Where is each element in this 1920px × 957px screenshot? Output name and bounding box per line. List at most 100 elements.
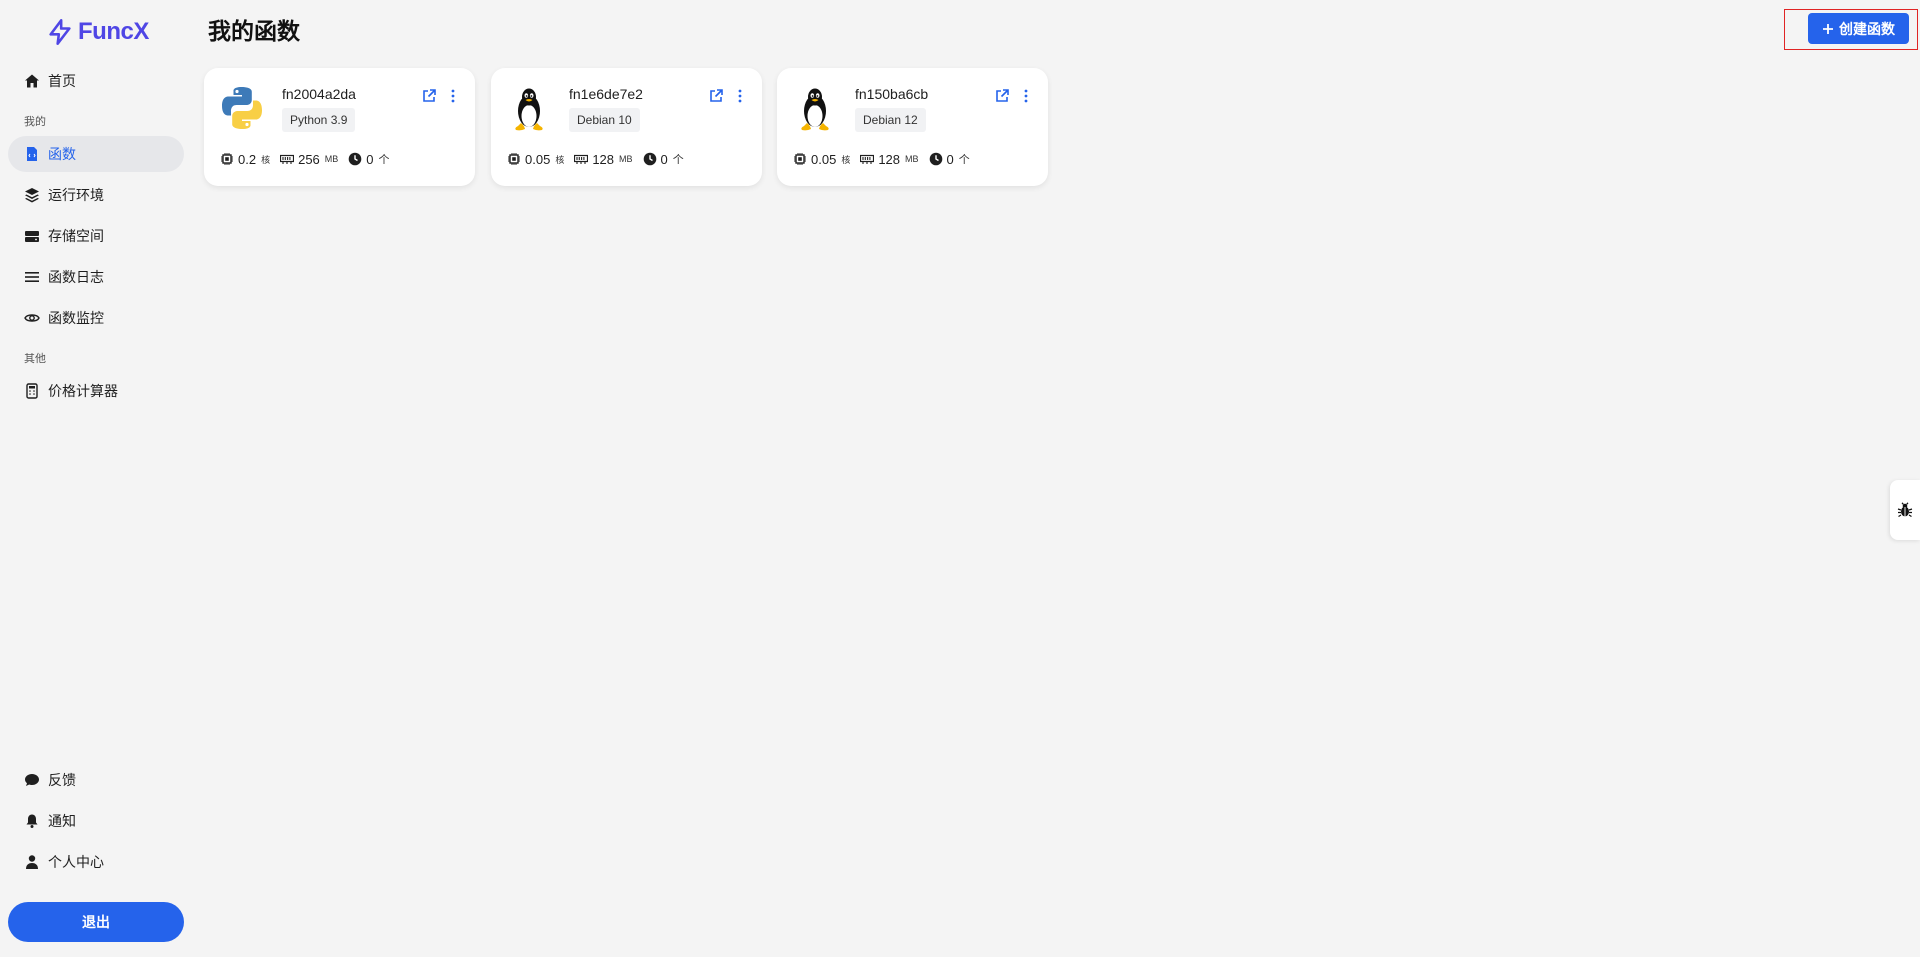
sidebar-item-storage[interactable]: 存储空间: [8, 218, 184, 254]
sidebar-item-feedback[interactable]: 反馈: [8, 762, 184, 798]
instances-unit: 个: [958, 154, 970, 166]
sidebar-item-label: 函数日志: [48, 269, 104, 285]
memory-stat: 128 MB: [574, 151, 633, 167]
memory-icon: [860, 154, 875, 164]
more-vertical-icon[interactable]: [736, 88, 744, 104]
app-root: FuncX 首页 我的 函数 运行环境 存储空间 函数日志 函数监控 其他 价格…: [0, 0, 1920, 957]
memory-value: 128: [592, 151, 615, 167]
sidebar-item-label: 价格计算器: [48, 383, 118, 399]
linux-tux-icon: [801, 88, 829, 131]
cpu-value: 0.2: [238, 151, 257, 167]
python-logo-icon: [222, 87, 262, 129]
memory-unit: MB: [905, 154, 919, 164]
cpu-stat: 0.05 核: [793, 152, 850, 167]
instances-value: 0: [366, 151, 374, 167]
sidebar-item-label: 个人中心: [48, 854, 104, 870]
cpu-icon: [794, 153, 806, 165]
more-vertical-icon[interactable]: [1022, 88, 1030, 104]
function-stats: 0.05 核 128 MB 0个: [793, 151, 970, 167]
function-card[interactable]: fn150ba6cb Debian 12 0.05 核 128 MB 0个: [777, 68, 1048, 186]
external-link-icon[interactable]: [421, 88, 437, 104]
bolt-icon: [49, 19, 71, 45]
instances-stat: 0个: [929, 151, 970, 167]
app-logo[interactable]: FuncX: [46, 14, 149, 50]
cpu-icon: [221, 153, 233, 165]
runtime-tag: Python 3.9: [282, 108, 356, 132]
instances-stat: 0个: [643, 151, 684, 167]
sidebar-item-calculator[interactable]: 价格计算器: [8, 373, 184, 409]
sidebar-item-label: 反馈: [48, 772, 76, 788]
instances-stat: 0个: [348, 151, 390, 167]
sidebar-item-label: 存储空间: [48, 228, 104, 244]
page-title: 我的函数: [208, 18, 300, 44]
instances-value: 0: [946, 151, 954, 167]
memory-value: 128: [878, 151, 901, 167]
bell-icon: [24, 813, 40, 829]
debug-tab[interactable]: [1890, 480, 1920, 540]
runtime-tag: Debian 12: [855, 108, 926, 132]
function-stats: 0.2 核 256 MB 0个: [220, 151, 390, 167]
bug-icon: [1897, 502, 1913, 518]
cpu-stat: 0.05 核: [507, 152, 564, 167]
file-code-icon: [24, 146, 40, 162]
logout-button[interactable]: 退出: [8, 902, 184, 942]
memory-icon: [280, 154, 295, 164]
function-card[interactable]: fn2004a2da Python 3.9 0.2 核 256 MB 0个: [204, 68, 475, 186]
cpu-icon: [508, 153, 520, 165]
plus-icon: [1823, 23, 1833, 34]
instances-unit: 个: [672, 154, 684, 166]
more-vertical-icon[interactable]: [449, 88, 457, 104]
sidebar-item-label: 函数: [48, 146, 76, 162]
function-name[interactable]: fn150ba6cb: [855, 86, 928, 102]
memory-icon: [574, 154, 589, 164]
sidebar-item-label: 通知: [48, 813, 76, 829]
home-icon: [24, 73, 40, 89]
user-icon: [24, 854, 40, 870]
cpu-unit: 核: [841, 154, 851, 165]
create-function-label: 创建函数: [1839, 20, 1895, 37]
eye-icon: [24, 310, 40, 326]
clock-icon: [348, 152, 362, 166]
app-name: FuncX: [78, 18, 149, 45]
sidebar-item-notifications[interactable]: 通知: [8, 803, 184, 839]
clock-icon: [929, 152, 942, 166]
layers-icon: [24, 187, 40, 203]
external-link-icon[interactable]: [708, 88, 724, 104]
function-name[interactable]: fn2004a2da: [282, 86, 356, 102]
cpu-value: 0.05: [811, 151, 837, 167]
memory-unit: MB: [324, 154, 339, 164]
sidebar: FuncX 首页 我的 函数 运行环境 存储空间 函数日志 函数监控 其他 价格…: [0, 0, 190, 957]
memory-stat: 128 MB: [860, 151, 919, 167]
external-link-icon[interactable]: [994, 88, 1010, 104]
linux-tux-icon: [515, 88, 543, 131]
function-card[interactable]: fn1e6de7e2 Debian 10 0.05 核 128 MB 0个: [491, 68, 762, 186]
sidebar-item-label: 函数监控: [48, 310, 104, 326]
sidebar-item-home[interactable]: 首页: [8, 63, 184, 99]
cpu-value: 0.05: [525, 151, 551, 167]
memory-stat: 256 MB: [280, 152, 338, 167]
list-icon: [24, 269, 40, 285]
hard-drive-icon: [24, 228, 40, 244]
section-label-mine: 我的: [24, 116, 46, 128]
clock-icon: [643, 152, 656, 166]
sidebar-item-monitor[interactable]: 函数监控: [8, 300, 184, 336]
function-stats: 0.05 核 128 MB 0个: [507, 151, 684, 167]
sidebar-item-runtime[interactable]: 运行环境: [8, 177, 184, 213]
create-function-button[interactable]: 创建函数: [1808, 13, 1909, 44]
cpu-stat: 0.2 核: [220, 152, 270, 167]
cpu-unit: 核: [261, 154, 271, 165]
memory-value: 256: [298, 151, 320, 167]
sidebar-item-logs[interactable]: 函数日志: [8, 259, 184, 295]
section-label-other: 其他: [24, 353, 46, 365]
function-name[interactable]: fn1e6de7e2: [569, 86, 643, 102]
memory-unit: MB: [619, 154, 633, 164]
instances-unit: 个: [378, 154, 390, 166]
instances-value: 0: [660, 151, 668, 167]
sidebar-item-label: 首页: [48, 73, 76, 89]
cpu-unit: 核: [555, 154, 565, 165]
calculator-icon: [24, 383, 40, 399]
sidebar-item-profile[interactable]: 个人中心: [8, 844, 184, 880]
comment-icon: [24, 772, 40, 788]
runtime-tag: Debian 10: [569, 108, 640, 132]
sidebar-item-functions[interactable]: 函数: [8, 136, 184, 172]
